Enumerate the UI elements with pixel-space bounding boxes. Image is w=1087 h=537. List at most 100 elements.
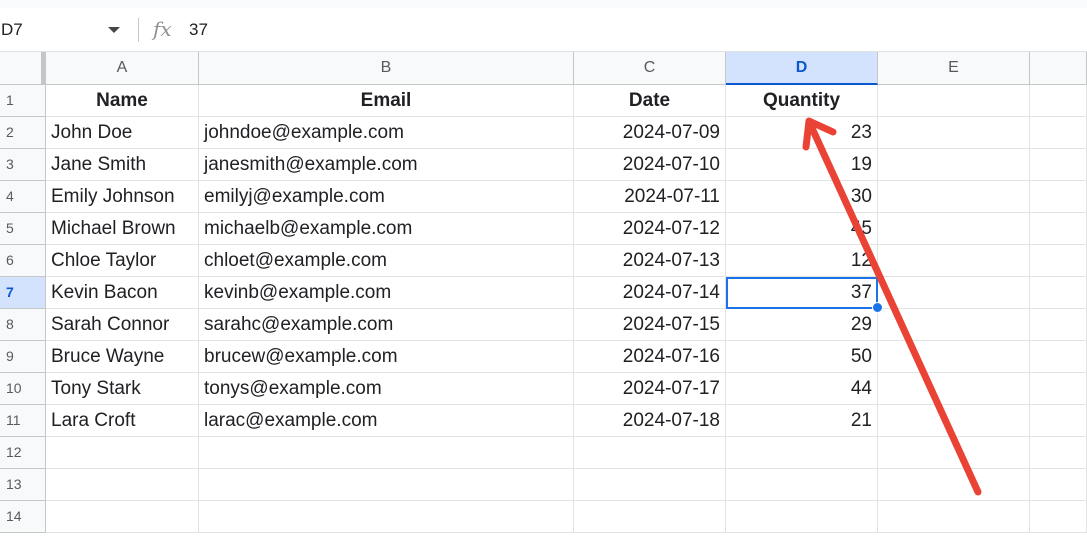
- empty-cell[interactable]: [878, 85, 1030, 117]
- cell-quantity[interactable]: 30: [726, 181, 878, 213]
- empty-cell[interactable]: [46, 437, 199, 469]
- empty-cell[interactable]: [46, 501, 199, 533]
- cell-quantity[interactable]: 23: [726, 117, 878, 149]
- empty-cell[interactable]: [726, 501, 878, 533]
- select-all-corner[interactable]: [0, 52, 46, 85]
- cell-date[interactable]: 2024-07-16: [574, 341, 726, 373]
- empty-cell[interactable]: [199, 469, 574, 501]
- column-header-c[interactable]: C: [574, 52, 726, 85]
- column-header-e[interactable]: E: [878, 52, 1030, 85]
- empty-cell[interactable]: [726, 437, 878, 469]
- cell-date[interactable]: 2024-07-15: [574, 309, 726, 341]
- column-header-d[interactable]: D: [726, 52, 878, 85]
- empty-cell[interactable]: [1030, 437, 1087, 469]
- empty-cell[interactable]: [878, 117, 1030, 149]
- empty-cell[interactable]: [46, 469, 199, 501]
- cell-email[interactable]: tonys@example.com: [199, 373, 574, 405]
- cell-name[interactable]: Kevin Bacon: [46, 277, 199, 309]
- empty-cell[interactable]: [878, 181, 1030, 213]
- cell-email[interactable]: emilyj@example.com: [199, 181, 574, 213]
- row-header-10[interactable]: 10: [0, 373, 46, 405]
- formula-input[interactable]: 37: [189, 18, 208, 42]
- empty-cell[interactable]: [574, 437, 726, 469]
- empty-cell[interactable]: [1030, 85, 1087, 117]
- column-header-a[interactable]: A: [46, 52, 199, 85]
- row-header-3[interactable]: 3: [0, 149, 46, 181]
- empty-cell[interactable]: [1030, 181, 1087, 213]
- empty-cell[interactable]: [1030, 213, 1087, 245]
- header-cell-name[interactable]: Name: [46, 85, 199, 117]
- empty-cell[interactable]: [726, 469, 878, 501]
- cell-name[interactable]: Tony Stark: [46, 373, 199, 405]
- header-cell-date[interactable]: Date: [574, 85, 726, 117]
- cell-date[interactable]: 2024-07-12: [574, 213, 726, 245]
- empty-cell[interactable]: [574, 469, 726, 501]
- row-header-6[interactable]: 6: [0, 245, 46, 277]
- cell-quantity[interactable]: 44: [726, 373, 878, 405]
- header-cell-quantity[interactable]: Quantity: [726, 85, 878, 117]
- row-header-11[interactable]: 11: [0, 405, 46, 437]
- empty-cell[interactable]: [878, 245, 1030, 277]
- empty-cell[interactable]: [199, 501, 574, 533]
- empty-cell[interactable]: [878, 437, 1030, 469]
- row-header-7[interactable]: 7: [0, 277, 46, 309]
- empty-cell[interactable]: [1030, 117, 1087, 149]
- cell-quantity[interactable]: 29: [726, 309, 878, 341]
- row-header-1[interactable]: 1: [0, 85, 46, 117]
- cell-date[interactable]: 2024-07-10: [574, 149, 726, 181]
- row-header-13[interactable]: 13: [0, 469, 46, 501]
- cell-name[interactable]: Lara Croft: [46, 405, 199, 437]
- row-header-2[interactable]: 2: [0, 117, 46, 149]
- name-box[interactable]: D7: [0, 18, 130, 42]
- empty-cell[interactable]: [1030, 149, 1087, 181]
- cell-email[interactable]: janesmith@example.com: [199, 149, 574, 181]
- cell-quantity[interactable]: 21: [726, 405, 878, 437]
- column-header-b[interactable]: B: [199, 52, 574, 85]
- empty-cell[interactable]: [878, 277, 1030, 309]
- empty-cell[interactable]: [1030, 405, 1087, 437]
- cell-name[interactable]: Michael Brown: [46, 213, 199, 245]
- cell-email[interactable]: johndoe@example.com: [199, 117, 574, 149]
- cell-name[interactable]: Emily Johnson: [46, 181, 199, 213]
- cell-quantity[interactable]: 37: [726, 277, 878, 309]
- empty-cell[interactable]: [878, 501, 1030, 533]
- empty-cell[interactable]: [878, 341, 1030, 373]
- row-header-9[interactable]: 9: [0, 341, 46, 373]
- cell-name[interactable]: Sarah Connor: [46, 309, 199, 341]
- row-header-5[interactable]: 5: [0, 213, 46, 245]
- empty-cell[interactable]: [878, 213, 1030, 245]
- cell-quantity[interactable]: 50: [726, 341, 878, 373]
- fill-handle[interactable]: [872, 302, 883, 313]
- cell-name[interactable]: Chloe Taylor: [46, 245, 199, 277]
- cell-email[interactable]: chloet@example.com: [199, 245, 574, 277]
- cell-email[interactable]: michaelb@example.com: [199, 213, 574, 245]
- empty-cell[interactable]: [574, 501, 726, 533]
- cell-quantity[interactable]: 19: [726, 149, 878, 181]
- cell-email[interactable]: sarahc@example.com: [199, 309, 574, 341]
- empty-cell[interactable]: [878, 405, 1030, 437]
- cell-date[interactable]: 2024-07-11: [574, 181, 726, 213]
- cell-email[interactable]: brucew@example.com: [199, 341, 574, 373]
- row-header-4[interactable]: 4: [0, 181, 46, 213]
- cell-date[interactable]: 2024-07-18: [574, 405, 726, 437]
- cell-name[interactable]: Jane Smith: [46, 149, 199, 181]
- empty-cell[interactable]: [1030, 245, 1087, 277]
- empty-cell[interactable]: [1030, 373, 1087, 405]
- column-header-next[interactable]: [1030, 52, 1087, 85]
- empty-cell[interactable]: [1030, 341, 1087, 373]
- header-cell-email[interactable]: Email: [199, 85, 574, 117]
- cell-date[interactable]: 2024-07-13: [574, 245, 726, 277]
- cell-email[interactable]: larac@example.com: [199, 405, 574, 437]
- cell-name[interactable]: John Doe: [46, 117, 199, 149]
- chevron-down-icon[interactable]: [108, 27, 120, 33]
- empty-cell[interactable]: [1030, 277, 1087, 309]
- cell-date[interactable]: 2024-07-14: [574, 277, 726, 309]
- row-header-12[interactable]: 12: [0, 437, 46, 469]
- cell-email[interactable]: kevinb@example.com: [199, 277, 574, 309]
- cell-quantity[interactable]: 45: [726, 213, 878, 245]
- empty-cell[interactable]: [1030, 501, 1087, 533]
- cell-name[interactable]: Bruce Wayne: [46, 341, 199, 373]
- cell-quantity[interactable]: 12: [726, 245, 878, 277]
- empty-cell[interactable]: [878, 309, 1030, 341]
- empty-cell[interactable]: [878, 373, 1030, 405]
